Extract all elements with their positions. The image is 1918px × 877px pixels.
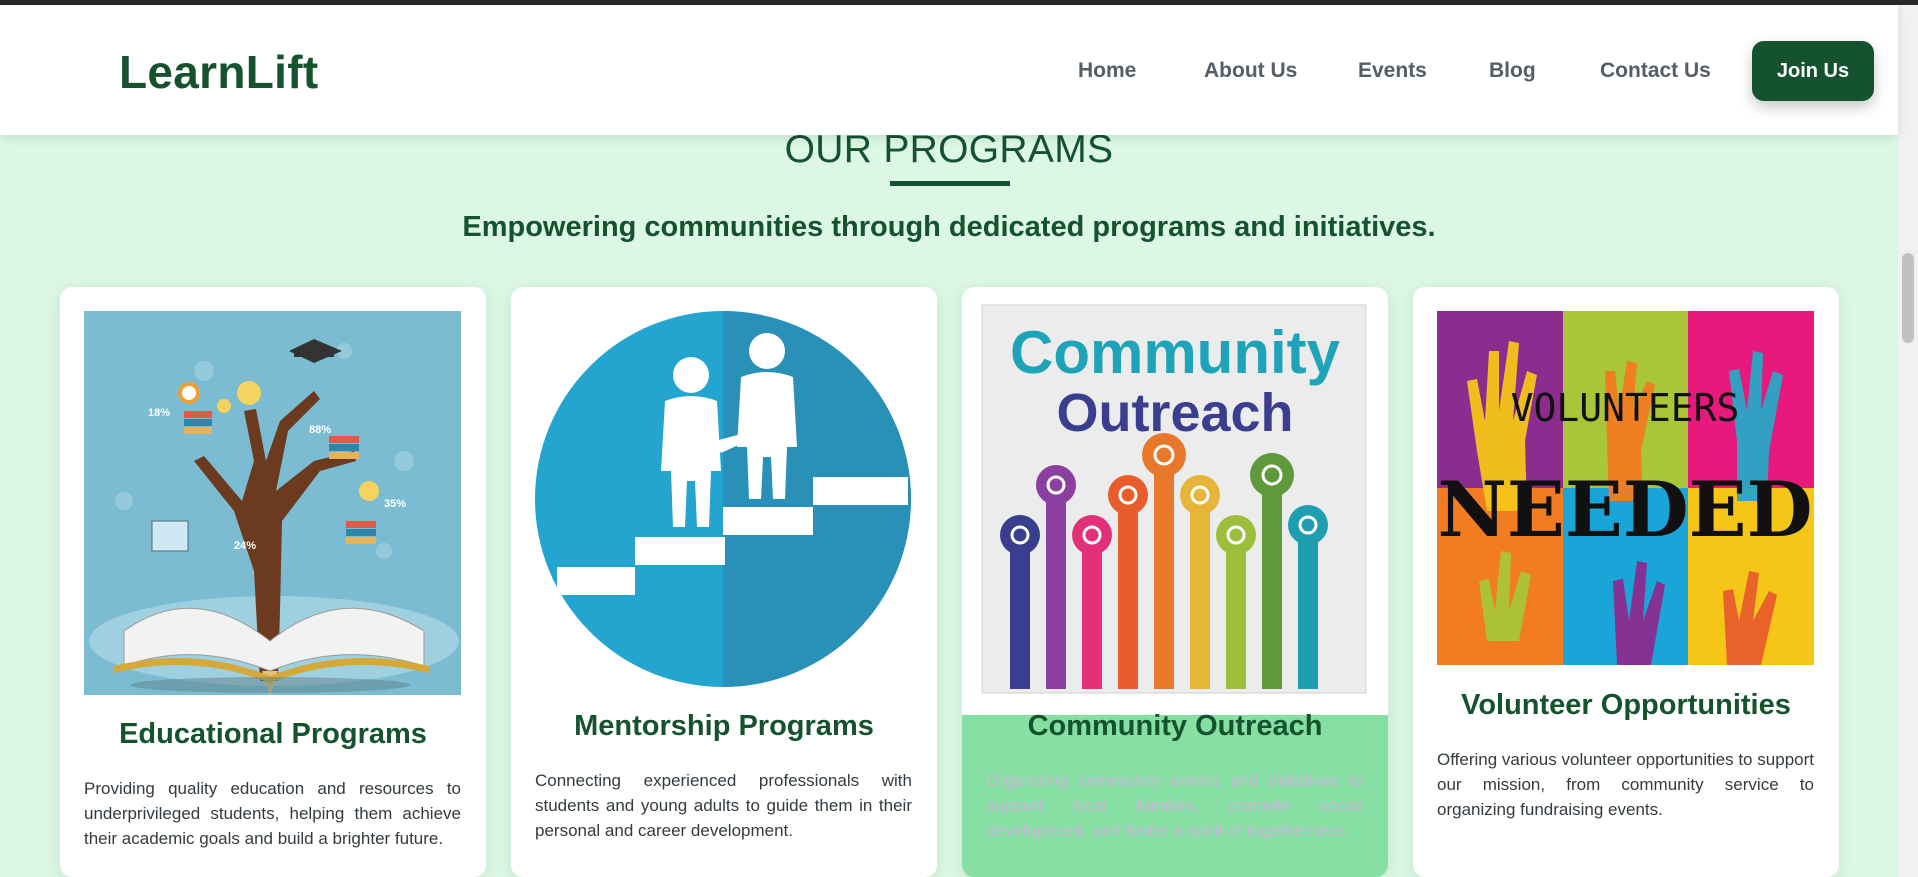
poster-word-volunteers: VOLUNTEERS — [1511, 386, 1740, 430]
mentorship-stairs-icon — [535, 311, 912, 693]
title-underline — [890, 181, 1010, 186]
education-tree-illustration: 18% 88% 35% 24% — [84, 311, 461, 700]
nav-link-home[interactable]: Home — [1078, 59, 1136, 83]
card-title: Educational Programs — [119, 718, 427, 750]
section-subtitle: Empowering communities through dedicated… — [462, 211, 1436, 243]
poster-word-outreach: Outreach — [1056, 383, 1293, 443]
stat-label-35: 35% — [384, 498, 406, 510]
nav-link-events[interactable]: Events — [1358, 59, 1427, 83]
stat-label-88: 88% — [309, 424, 331, 436]
stat-label-24: 24% — [234, 540, 256, 552]
program-card-educational[interactable]: 18% 88% 35% 24% Educational Programs Pro… — [60, 287, 486, 877]
navbar: LearnLift Home About Us Events Blog Cont… — [0, 5, 1898, 135]
nav-link-about-us[interactable]: About Us — [1204, 59, 1297, 83]
card-description: Organizing community events and initiati… — [986, 771, 1363, 840]
program-card-community-outreach[interactable]: Community Outreach Community Outreach Or… — [962, 287, 1388, 877]
community-outreach-poster: Community Outreach — [980, 303, 1370, 702]
poster-word-needed: NEEDED — [1437, 465, 1812, 554]
card-title: Volunteer Opportunities — [1461, 689, 1791, 721]
program-card-mentorship[interactable]: Mentorship Programs Connecting experienc… — [511, 287, 937, 877]
card-description: Providing quality education and resource… — [84, 779, 461, 848]
volunteers-needed-poster: VOLUNTEERS NEEDED — [1437, 311, 1814, 670]
card-title: Mentorship Programs — [574, 710, 874, 742]
program-card-volunteer[interactable]: VOLUNTEERS NEEDED Volunteer Opportunitie… — [1413, 287, 1839, 877]
poster-word-community: Community — [1010, 319, 1341, 386]
join-us-button[interactable]: Join Us — [1752, 41, 1874, 101]
stat-label-18: 18% — [148, 407, 170, 419]
card-description: Offering various volunteer opportunities… — [1437, 750, 1814, 819]
page-scrollbar[interactable] — [1898, 5, 1918, 877]
site-logo[interactable]: LearnLift — [119, 45, 318, 99]
card-title: Community Outreach — [1027, 710, 1323, 742]
scrollbar-thumb[interactable] — [1902, 253, 1914, 343]
nav-link-blog[interactable]: Blog — [1489, 59, 1536, 83]
nav-link-contact-us[interactable]: Contact Us — [1600, 59, 1711, 83]
card-description: Connecting experienced professionals wit… — [535, 771, 912, 840]
